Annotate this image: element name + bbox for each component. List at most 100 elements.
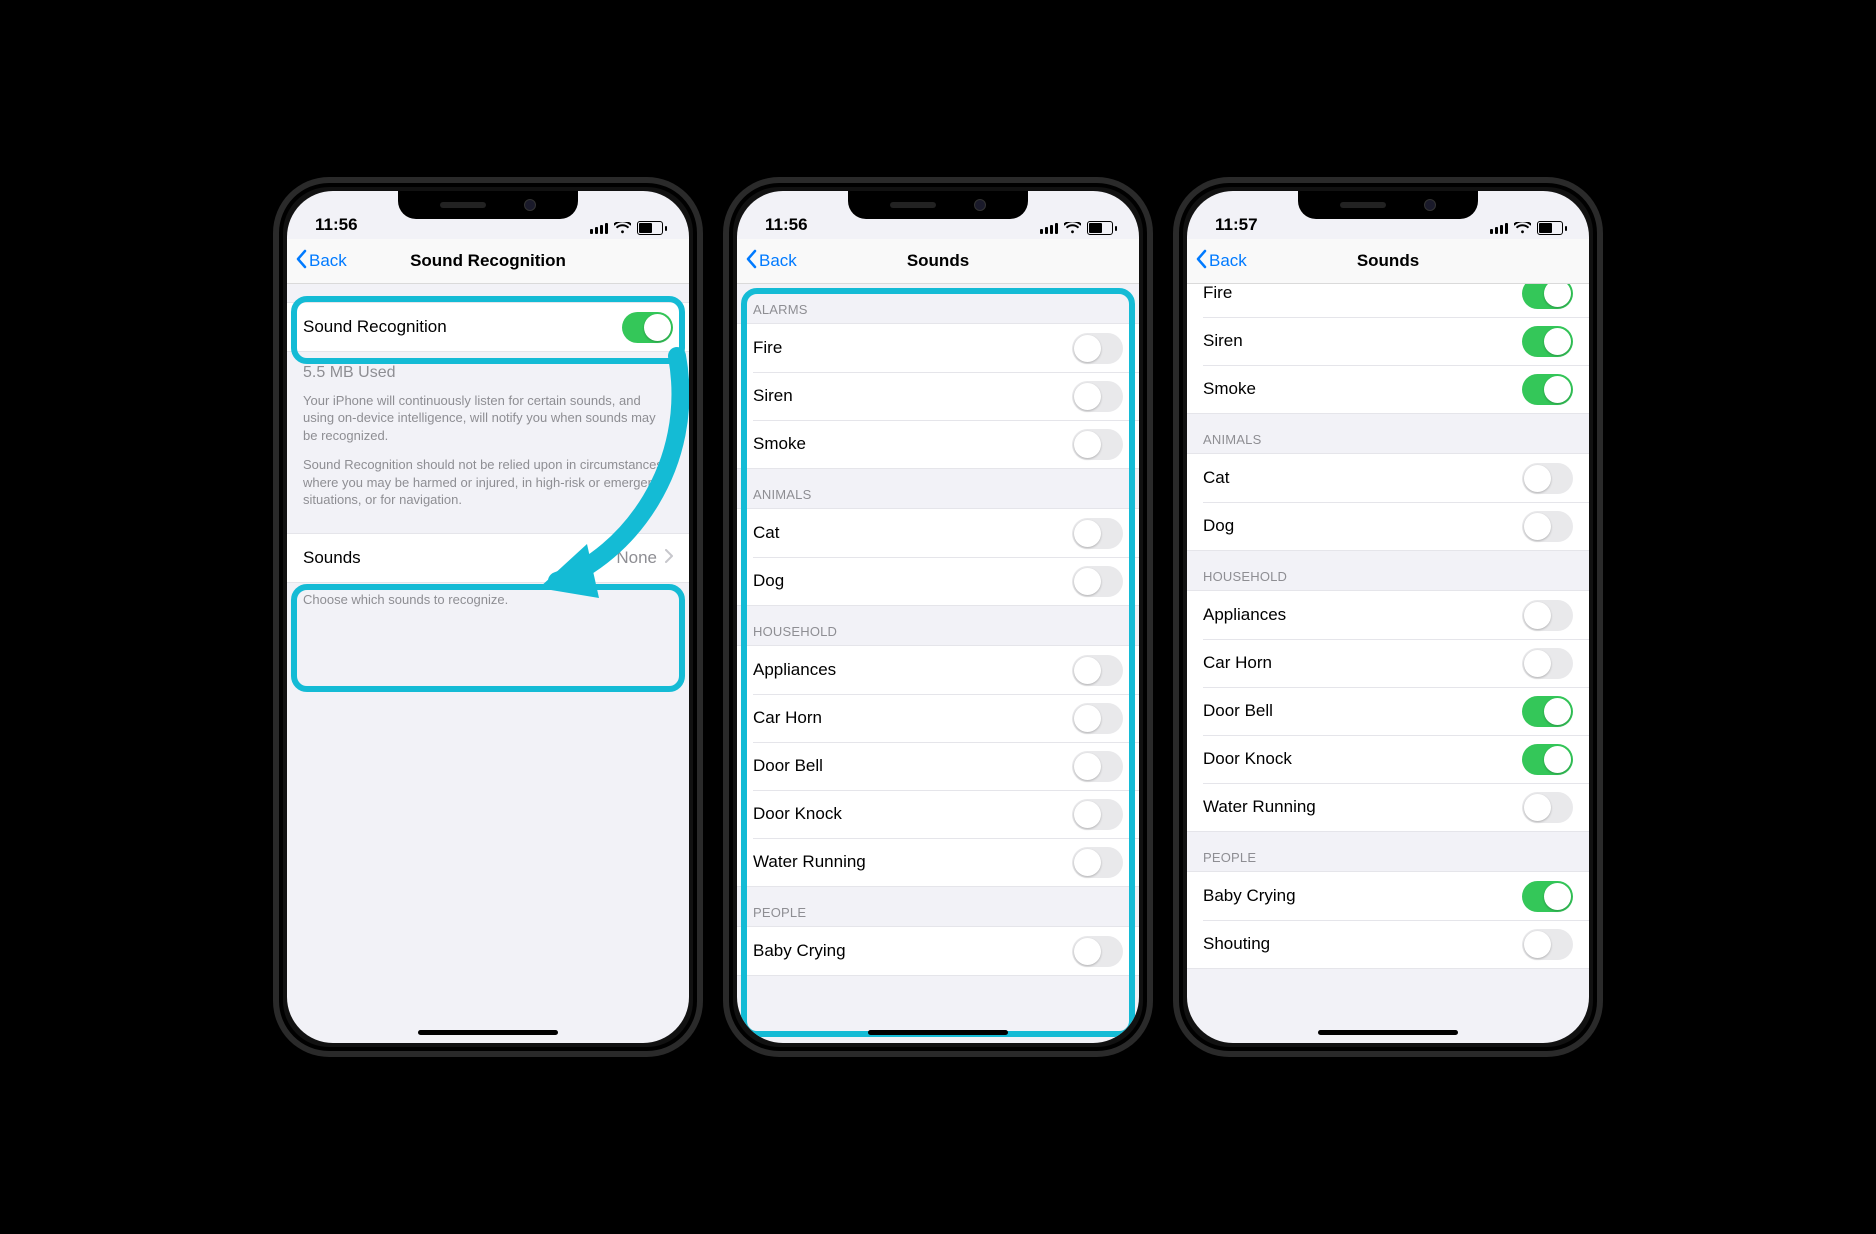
- toggle-door-knock[interactable]: [1522, 744, 1573, 775]
- row-label: Dog: [753, 571, 784, 591]
- toggle-cat[interactable]: [1072, 518, 1123, 549]
- back-button[interactable]: Back: [1195, 249, 1247, 274]
- toggle-water-running[interactable]: [1072, 847, 1123, 878]
- phone-mockup-3: 11:57 Back Sounds FireSirenSmokeANIMALSC…: [1173, 177, 1603, 1057]
- sound-recognition-label: Sound Recognition: [303, 317, 447, 337]
- row-appliances[interactable]: Appliances: [737, 646, 1139, 694]
- settings-content-3[interactable]: Fire Siren SmokeANIMALS Cat DogHOUSEHOLDAppl…: [1187, 284, 1589, 1043]
- toggle-door-bell[interactable]: [1072, 751, 1123, 782]
- row-siren[interactable]: Siren: [1187, 317, 1589, 365]
- row-car-horn[interactable]: Car Horn: [1187, 639, 1589, 687]
- row-shouting[interactable]: Shouting: [1187, 920, 1589, 968]
- row-door-knock[interactable]: Door Knock: [1187, 735, 1589, 783]
- toggle-door-knock[interactable]: [1072, 799, 1123, 830]
- row-label: Door Knock: [1203, 749, 1292, 769]
- row-fire[interactable]: Fire: [737, 324, 1139, 372]
- row-label: Door Bell: [1203, 701, 1273, 721]
- row-label: Car Horn: [1203, 653, 1272, 673]
- settings-content-2[interactable]: ALARMSFireSirenSmokeANIMALSCatDogHOUSEHO…: [737, 284, 1139, 1043]
- wifi-icon: [614, 222, 631, 234]
- row-smoke[interactable]: Smoke: [1187, 365, 1589, 413]
- cellular-icon: [590, 223, 608, 234]
- row-fire[interactable]: Fire: [1187, 284, 1589, 317]
- section-header-animals: ANIMALS: [1187, 414, 1589, 453]
- toggle-siren[interactable]: [1072, 381, 1123, 412]
- toggle-fire[interactable]: [1522, 284, 1573, 309]
- row-cat[interactable]: Cat: [737, 509, 1139, 557]
- row-smoke[interactable]: Smoke: [737, 420, 1139, 468]
- row-dog[interactable]: Dog: [737, 557, 1139, 605]
- status-right: [590, 221, 667, 235]
- row-cat[interactable]: Cat: [1187, 454, 1589, 502]
- screen-3: 11:57 Back Sounds FireSirenSmokeANIMALSC…: [1187, 191, 1589, 1043]
- toggle-water-running[interactable]: [1522, 792, 1573, 823]
- settings-content-1: Sound Recognition 5.5 MB Used Your iPhon…: [287, 284, 689, 1043]
- home-indicator[interactable]: [868, 1030, 1008, 1035]
- row-door-bell[interactable]: Door Bell: [1187, 687, 1589, 735]
- page-title: Sound Recognition: [410, 251, 566, 271]
- section-header-animals: ANIMALS: [737, 469, 1139, 508]
- toggle-baby-crying[interactable]: [1522, 881, 1573, 912]
- sounds-row-label: Sounds: [303, 548, 361, 568]
- row-appliances[interactable]: Appliances: [1187, 591, 1589, 639]
- battery-icon: [637, 221, 667, 235]
- toggle-dog[interactable]: [1072, 566, 1123, 597]
- sound-recognition-toggle[interactable]: [622, 312, 673, 343]
- row-water-running[interactable]: Water Running: [1187, 783, 1589, 831]
- row-baby-crying[interactable]: Baby Crying: [1187, 872, 1589, 920]
- toggle-smoke[interactable]: [1072, 429, 1123, 460]
- battery-icon: [1087, 221, 1117, 235]
- phone-mockup-1: 11:56 Back Sound Recognition Sou: [273, 177, 703, 1057]
- back-button[interactable]: Back: [295, 249, 347, 274]
- toggle-car-horn[interactable]: [1522, 648, 1573, 679]
- row-dog[interactable]: Dog: [1187, 502, 1589, 550]
- notch: [1298, 191, 1478, 219]
- row-label: Siren: [1203, 331, 1243, 351]
- settings-group: Cat Dog: [737, 508, 1139, 606]
- sounds-row[interactable]: Sounds None: [287, 534, 689, 582]
- row-label: Cat: [753, 523, 779, 543]
- sound-recognition-row[interactable]: Sound Recognition: [287, 303, 689, 351]
- sounds-row-value: None: [616, 548, 657, 568]
- row-water-running[interactable]: Water Running: [737, 838, 1139, 886]
- row-label: Baby Crying: [1203, 886, 1296, 906]
- status-time: 11:57: [1215, 215, 1258, 235]
- description-text-1: Your iPhone will continuously listen for…: [287, 384, 689, 445]
- row-baby-crying[interactable]: Baby Crying: [737, 927, 1139, 975]
- toggle-door-bell[interactable]: [1522, 696, 1573, 727]
- toggle-car-horn[interactable]: [1072, 703, 1123, 734]
- settings-group: Appliances Car Horn Door Bell Door Knock Wat…: [1187, 590, 1589, 832]
- chevron-left-icon: [295, 249, 307, 274]
- row-door-bell[interactable]: Door Bell: [737, 742, 1139, 790]
- row-siren[interactable]: Siren: [737, 372, 1139, 420]
- toggle-dog[interactable]: [1522, 511, 1573, 542]
- settings-group: Baby Crying Shouting: [1187, 871, 1589, 969]
- notch: [848, 191, 1028, 219]
- row-label: Door Knock: [753, 804, 842, 824]
- storage-used-label: 5.5 MB Used: [287, 352, 689, 384]
- back-label: Back: [1209, 251, 1247, 271]
- toggle-smoke[interactable]: [1522, 374, 1573, 405]
- toggle-baby-crying[interactable]: [1072, 936, 1123, 967]
- nav-bar: Back Sounds: [737, 239, 1139, 284]
- home-indicator[interactable]: [1318, 1030, 1458, 1035]
- back-button[interactable]: Back: [745, 249, 797, 274]
- section-header-household: HOUSEHOLD: [1187, 551, 1589, 590]
- screen-1: 11:56 Back Sound Recognition Sou: [287, 191, 689, 1043]
- row-car-horn[interactable]: Car Horn: [737, 694, 1139, 742]
- toggle-appliances[interactable]: [1072, 655, 1123, 686]
- status-time: 11:56: [315, 215, 358, 235]
- toggle-appliances[interactable]: [1522, 600, 1573, 631]
- phone-mockup-2: 11:56 Back Sounds ALARMSFireSirenSmokeAN…: [723, 177, 1153, 1057]
- row-label: Cat: [1203, 468, 1229, 488]
- home-indicator[interactable]: [418, 1030, 558, 1035]
- row-label: Siren: [753, 386, 793, 406]
- toggle-shouting[interactable]: [1522, 929, 1573, 960]
- description-text-2: Sound Recognition should not be relied u…: [287, 444, 689, 509]
- settings-group: AppliancesCar HornDoor Bell Door Knock Wat…: [737, 645, 1139, 887]
- toggle-cat[interactable]: [1522, 463, 1573, 494]
- toggle-siren[interactable]: [1522, 326, 1573, 357]
- toggle-fire[interactable]: [1072, 333, 1123, 364]
- sound-recognition-group: Sound Recognition: [287, 302, 689, 352]
- row-door-knock[interactable]: Door Knock: [737, 790, 1139, 838]
